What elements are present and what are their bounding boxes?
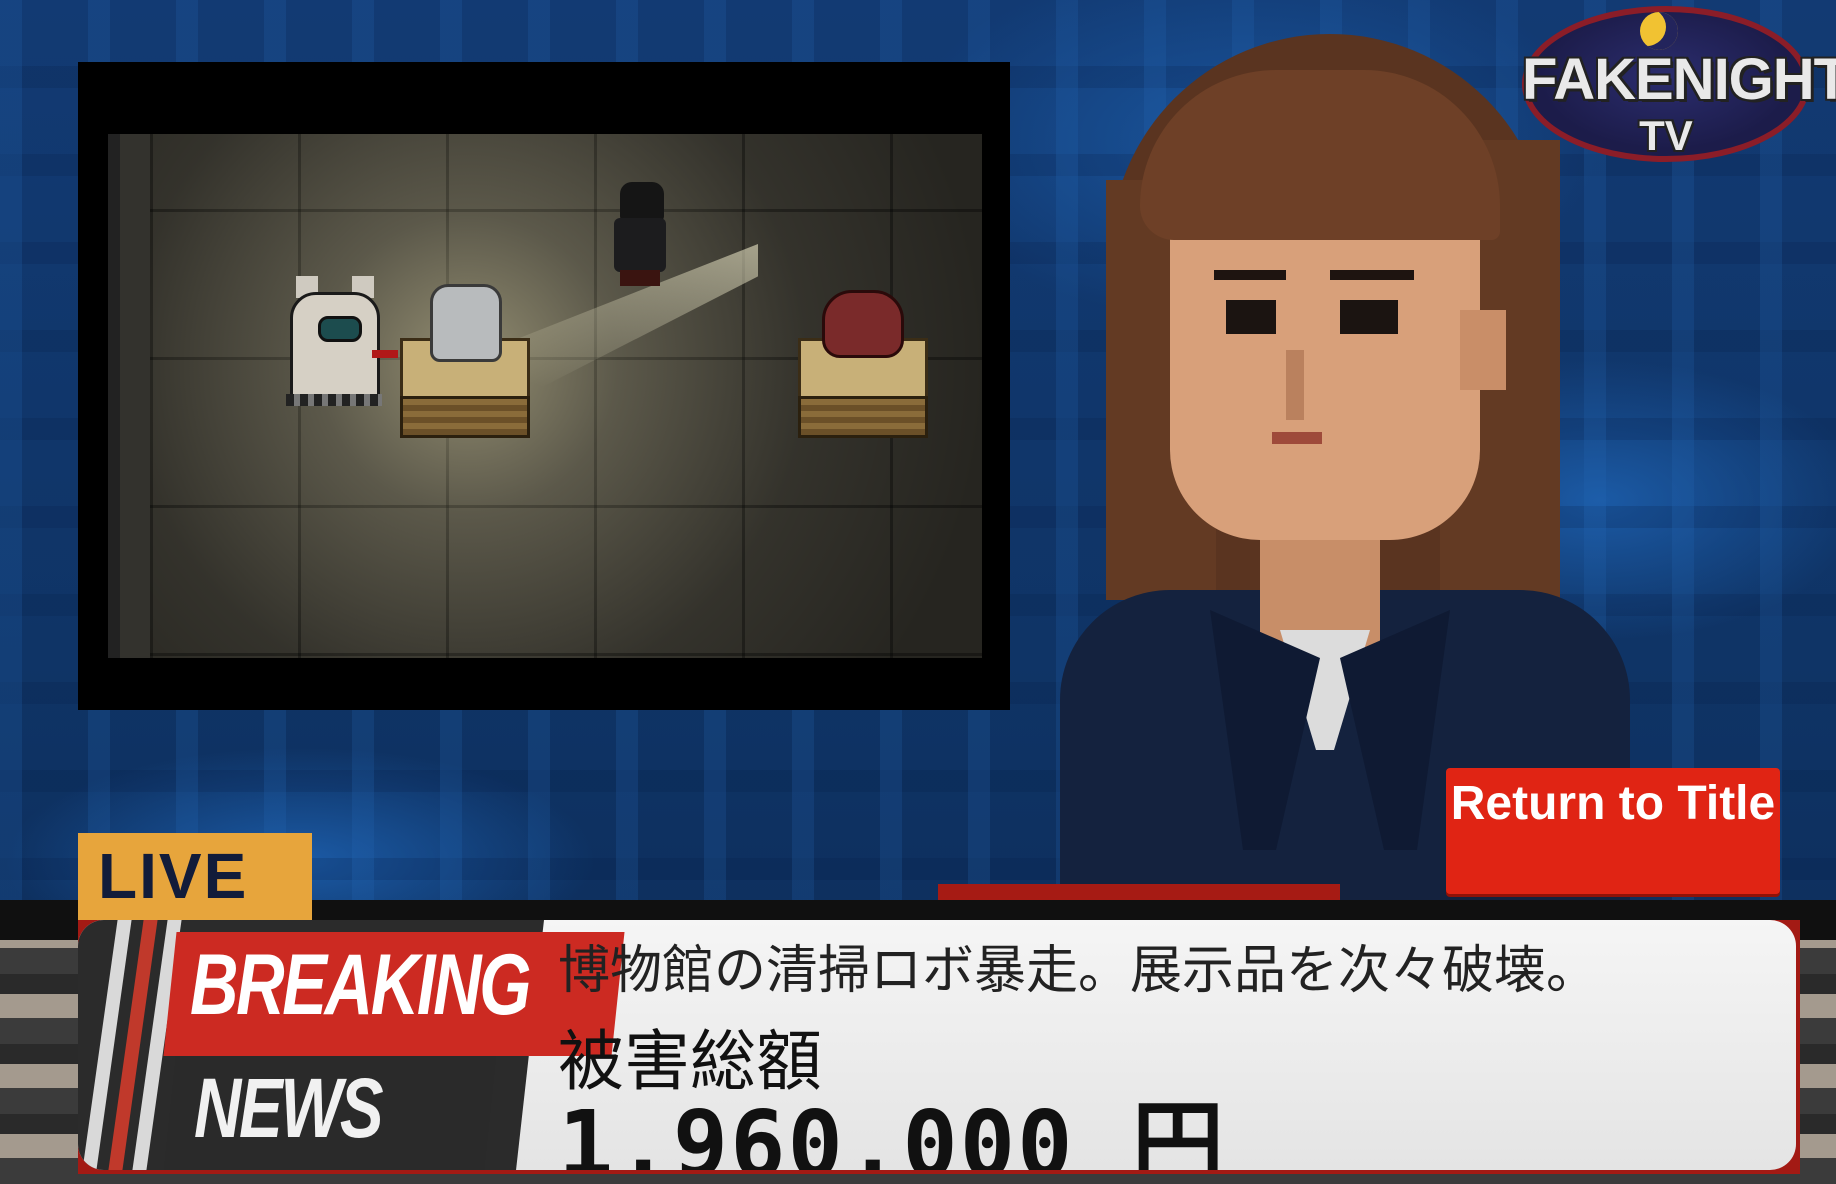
live-label: LIVE	[98, 840, 249, 912]
logo-name: FAKENIGHT	[1522, 47, 1836, 112]
moon-icon	[1640, 12, 1678, 50]
breaking-news-ticker: BREAKING NEWS 博物館の清掃ロボ暴走。展示品を次々破壊。 被害総額 …	[78, 920, 1800, 1174]
exhibit-pedestal-bust	[400, 284, 530, 438]
news-label: NEWS	[194, 1061, 384, 1155]
vase-artifact	[822, 290, 904, 358]
desk-accent	[938, 884, 1340, 900]
exhibit-pedestal-vase	[798, 290, 928, 438]
cleaning-robot	[286, 276, 398, 406]
channel-logo: FAKENIGHT TV	[1522, 6, 1836, 166]
return-to-title-button[interactable]: Return to Title	[1446, 768, 1780, 894]
damage-total-amount: 1,960,000 円	[558, 1091, 1226, 1170]
game-replay-screen	[108, 134, 982, 658]
ticker-headline: 博物館の清掃ロボ暴走。展示品を次々破壊。	[558, 941, 1599, 1001]
museum-wall	[108, 134, 150, 658]
breaking-label: BREAKING	[190, 937, 531, 1033]
logo-sub: TV	[1639, 112, 1693, 159]
ticker-panel: BREAKING NEWS 博物館の清掃ロボ暴走。展示品を次々破壊。 被害総額 …	[78, 920, 1796, 1170]
replay-monitor	[78, 62, 1010, 710]
live-badge: LIVE	[78, 833, 312, 921]
thief-character	[608, 182, 672, 290]
bust-artifact	[430, 284, 502, 362]
